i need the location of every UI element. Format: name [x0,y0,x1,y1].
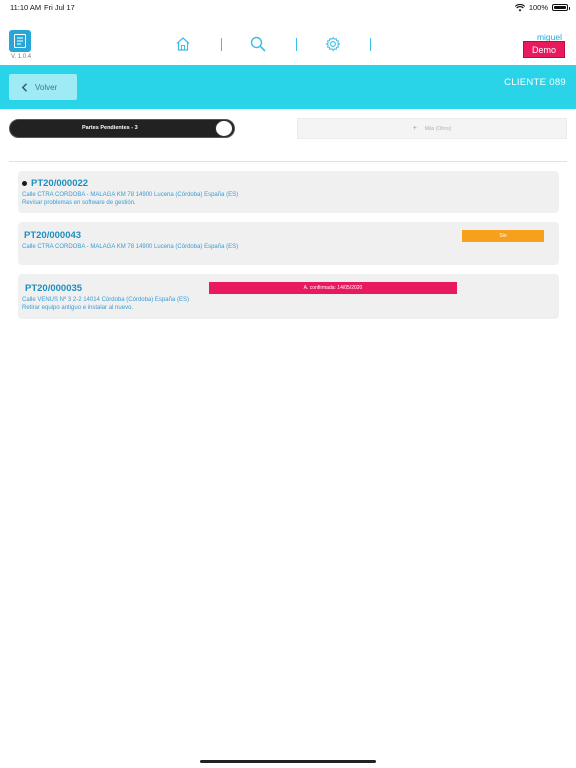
client-title: CLIENTE 089 [504,77,566,88]
header-bar: Volver CLIENTE 089 [0,65,576,109]
divider [9,161,567,162]
app-logo-icon[interactable] [9,30,31,52]
part-card[interactable]: PT20/000043 Calle CTRA CORDOBA - MALAGA … [18,222,559,265]
part-id: PT20/000043 [24,230,82,241]
more-label: Más (Otros) [424,125,452,132]
status-date: Fri Jul 17 [44,3,75,12]
chevron-left-icon [21,82,27,92]
part-address: Calle CTRA CORDOBA - MALAGA KM 78 14900 … [22,244,239,250]
pending-parts-toggle[interactable]: Partes Pendientes - 3 [9,119,235,138]
status-badge: Sin [462,230,544,242]
part-card[interactable]: PT20/000035 Calle VENUS Nº 3 2-2 14014 C… [18,274,559,319]
part-card[interactable]: PT20/000022 Calle CTRA CORDOBA - MALAGA … [18,171,559,213]
status-time: 11:10 AM [10,3,42,12]
status-badge: A. confirmada: 14/05/2020 [209,282,457,294]
nav-separator [296,38,297,51]
demo-button[interactable]: Demo [523,41,565,58]
battery-icon [552,4,570,11]
more-button[interactable]: + Más (Otros) [297,118,567,139]
part-description: Revisar problemas en software de gestión… [22,200,136,206]
back-label: Volver [35,82,58,92]
part-id: PT20/000035 [25,283,83,294]
app-bar: V. 1.0.4 miguel Demo [0,14,576,65]
home-indicator[interactable] [200,760,376,763]
status-bar: 11:10 AM Fri Jul 17 100% [0,0,576,14]
battery-percent: 100% [528,3,548,12]
search-icon[interactable] [250,36,266,52]
app-version: V. 1.0.4 [11,54,32,60]
wifi-icon [514,3,525,11]
status-right: 100% [514,3,570,12]
screen: 11:10 AM Fri Jul 17 100% V. 1.0.4 miguel… [0,0,576,768]
plus-icon: + [412,125,417,132]
nav-separator [370,38,371,51]
part-address: Calle VENUS Nº 3 2-2 14014 Córdoba (Córd… [22,297,189,303]
part-description: Retirar equipo antiguo e instalar al nue… [22,305,134,311]
nav-separator [221,38,222,51]
gear-icon[interactable] [325,36,341,52]
part-id: PT20/000022 [31,178,89,189]
home-icon[interactable] [175,36,191,52]
toggle-knob[interactable] [215,120,233,137]
toggle-label: Partes Pendientes - 3 [82,125,138,131]
part-address: Calle CTRA CORDOBA - MALAGA KM 78 14900 … [22,192,239,198]
back-button[interactable]: Volver [9,74,77,100]
unread-dot [22,181,27,186]
